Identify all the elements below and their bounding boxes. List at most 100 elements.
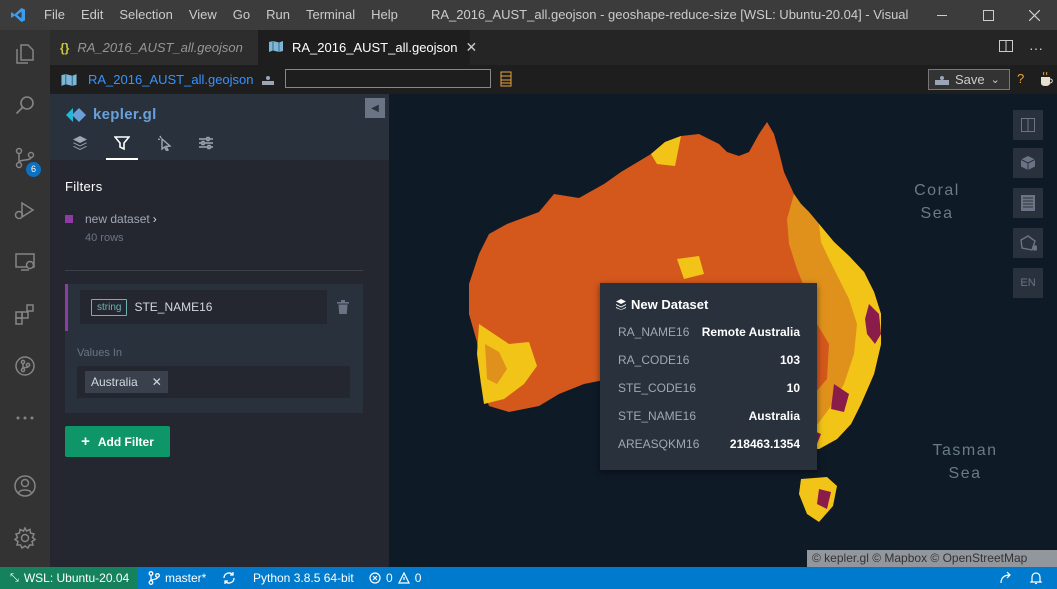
tooltip-row: AREASQKM16 218463.1354 [618,437,800,453]
tab-layers[interactable] [68,132,92,154]
tooltip-row: STE_NAME16 Australia [618,409,800,425]
menu-selection[interactable]: Selection [111,0,180,30]
tooltip-value: Remote Australia [701,325,800,339]
explorer-icon[interactable] [0,30,50,78]
divider [65,270,363,271]
remote-explorer-icon[interactable] [0,238,50,286]
filter-icon [114,136,130,151]
3d-cube-icon[interactable] [1013,148,1043,178]
tasman-sea-label: Tasman Sea [932,442,998,482]
tab-json-preview[interactable]: {} RA_2016_AUST_all.geojson [50,30,258,65]
warning-count: 0 [414,571,422,585]
filters-heading: Filters [65,179,103,194]
help-button[interactable]: ? [1017,71,1024,86]
notifications-bell-icon[interactable] [1029,567,1043,589]
menu-help[interactable]: Help [363,0,406,30]
title-bar: File Edit Selection View Go Run Terminal… [0,0,1057,30]
remote-indicator[interactable]: ⤡ WSL: Ubuntu-20.04 [10,567,129,589]
split-map-icon[interactable] [1013,110,1043,140]
kepler-side-panel: kepler.gl ◀ Filters new dataset › 40 row… [50,94,389,567]
field-name: STE_NAME16 [134,300,213,314]
coral-sea-label: Coral Sea [914,182,960,222]
server-icon[interactable] [261,73,275,91]
logo-text: kepler.gl [93,106,157,123]
source-control-icon[interactable]: 6 [0,134,50,182]
legend-icon[interactable] [1013,188,1043,218]
chevron-right-icon: › [152,212,157,226]
dataset-color-bar [65,284,68,331]
collapse-panel-button[interactable]: ◀ [365,98,385,118]
tab-geojson-map[interactable]: RA_2016_AUST_all.geojson ✕ [258,30,477,65]
menu-run[interactable]: Run [258,0,298,30]
coffee-icon[interactable] [1039,71,1053,92]
menu-file[interactable]: File [36,0,73,30]
draw-polygon-icon[interactable] [1013,228,1043,258]
map-canvas[interactable]: Coral Sea Tasman Sea EN © kepler.gl © Ma… [389,94,1057,567]
vscode-logo-icon [0,0,36,30]
split-editor-icon[interactable] [999,39,1013,56]
status-bar: ⤡ WSL: Ubuntu-20.04 master* Python 3.8.5… [0,567,1057,589]
more-icon[interactable] [0,394,50,442]
add-filter-label: Add Filter [97,434,154,449]
menu-terminal[interactable]: Terminal [298,0,363,30]
tooltip-value: 10 [786,381,800,395]
values-multiselect[interactable]: Australia ✕ [77,366,350,398]
close-window-button[interactable] [1011,0,1057,30]
dataset-row-count: 40 rows [85,232,124,244]
search-icon[interactable] [0,82,50,130]
layers-icon [73,136,87,150]
dataset-item[interactable]: new dataset › [65,212,157,226]
python-interpreter[interactable]: Python 3.8.5 64-bit [253,567,354,589]
map-attribution[interactable]: © kepler.gl © Mapbox © OpenStreetMap [807,550,1057,567]
save-dropdown[interactable]: Save ⌄ [928,69,1010,90]
chip-label: Australia [91,375,138,389]
dataset-name: new dataset [85,212,150,226]
git-graph-icon[interactable] [0,342,50,390]
sync-icon[interactable] [222,567,236,589]
editor-actions: ··· [999,30,1043,65]
warning-icon [397,572,410,584]
error-icon [369,572,381,584]
scm-count-badge: 6 [26,162,41,177]
extensions-icon[interactable] [0,290,50,338]
branch-indicator[interactable]: master* [148,567,206,589]
tab-interactions[interactable] [153,132,177,154]
tooltip-key: RA_NAME16 [618,325,690,339]
live-share-icon[interactable] [999,567,1013,589]
dataset-color-swatch [65,215,73,223]
map-filter-input[interactable] [285,69,491,88]
settings-gear-icon[interactable] [0,514,50,562]
tooltip-value: Australia [748,409,800,423]
data-table-icon[interactable] [500,71,512,92]
add-filter-button[interactable]: + Add Filter [65,426,170,457]
file-name: RA_2016_AUST_all.geojson [88,72,254,87]
problems-indicator[interactable]: 0 0 [369,567,421,589]
kepler-logo: kepler.gl [66,106,157,123]
field-selector[interactable]: string STE_NAME16 [80,290,327,324]
maximize-button[interactable] [965,0,1011,30]
tab-label: RA_2016_AUST_all.geojson [77,40,243,55]
close-tab-icon[interactable]: ✕ [466,39,478,56]
kepler-logo-icon [66,107,86,122]
plus-icon: + [81,433,90,450]
map-icon [268,40,284,56]
tab-filters[interactable] [106,132,138,160]
tooltip-title: New Dataset [616,297,708,312]
map-icon [61,73,77,86]
menu-view[interactable]: View [181,0,225,30]
remote-icon: ⤡ [10,571,19,584]
file-link[interactable]: RA_2016_AUST_all.geojson [60,65,254,94]
chevron-down-icon: ⌄ [990,74,1000,86]
filter-card: string STE_NAME16 Values In Australia ✕ [65,284,363,413]
more-actions-icon[interactable]: ··· [1029,40,1043,56]
remove-chip-icon[interactable]: ✕ [152,375,162,389]
run-debug-icon[interactable] [0,186,50,234]
layers-icon [616,299,626,310]
menu-go[interactable]: Go [225,0,258,30]
minimize-button[interactable] [919,0,965,30]
tab-map-settings[interactable] [194,132,218,154]
trash-icon[interactable] [337,300,349,314]
menu-edit[interactable]: Edit [73,0,111,30]
locale-button[interactable]: EN [1013,268,1043,298]
account-icon[interactable] [0,462,50,510]
